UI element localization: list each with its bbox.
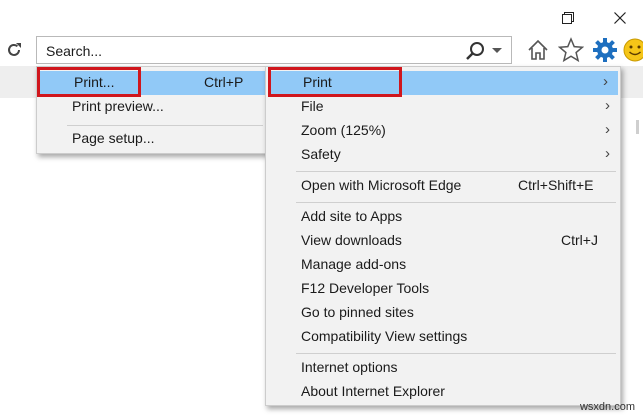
close-button[interactable] — [597, 0, 643, 36]
menu-item-label: File — [301, 98, 324, 114]
feedback-button[interactable] — [622, 37, 643, 65]
address-text: Search... — [46, 43, 103, 59]
tools-menu-item-safety[interactable]: Safety › — [266, 143, 620, 167]
gear-icon — [592, 37, 618, 66]
menu-item-label: Zoom (125%) — [301, 122, 386, 138]
favorites-button[interactable] — [557, 36, 585, 66]
print-submenu-item-page-setup[interactable]: Page setup... — [37, 127, 267, 151]
menu-item-label: Page setup... — [72, 130, 155, 146]
tools-menu-item-f12-developer-tools[interactable]: F12 Developer Tools — [266, 277, 620, 301]
tools-menu-item-view-downloads[interactable]: View downloads Ctrl+J — [266, 229, 620, 253]
home-icon — [526, 38, 550, 65]
menu-item-label: Go to pinned sites — [301, 304, 414, 320]
chevron-right-icon: › — [605, 121, 610, 138]
watermark: wsxdn.com — [579, 401, 635, 413]
refresh-icon — [5, 41, 23, 62]
annotation-box-print — [37, 67, 141, 97]
address-bar[interactable]: Search... — [36, 36, 512, 64]
close-icon — [614, 12, 626, 24]
print-submenu-item-print-preview[interactable]: Print preview... — [37, 95, 267, 119]
tools-menu-item-file[interactable]: File › — [266, 95, 620, 119]
tools-menu-item-manage-add-ons[interactable]: Manage add-ons — [266, 253, 620, 277]
tools-menu-item-internet-options[interactable]: Internet options — [266, 356, 620, 380]
tools-button[interactable] — [591, 37, 619, 65]
restore-button[interactable] — [545, 0, 591, 36]
menu-item-shortcut: Ctrl+J — [561, 232, 598, 248]
smiley-icon — [622, 37, 643, 65]
menu-item-label: Open with Microsoft Edge — [301, 177, 462, 193]
menu-item-shortcut: Ctrl+P — [204, 74, 244, 90]
menu-item-label: View downloads — [301, 232, 402, 248]
menu-item-label: Compatibility View settings — [301, 328, 468, 344]
tools-menu-item-about-internet-explorer[interactable]: About Internet Explorer — [266, 380, 620, 404]
annotation-box-print — [268, 67, 402, 97]
search-dropdown-icon[interactable] — [492, 48, 502, 53]
menu-item-label: Safety — [301, 146, 341, 162]
menu-item-label: Manage add-ons — [301, 256, 407, 272]
menu-item-label: Add site to Apps — [301, 208, 403, 224]
menu-item-label: Internet options — [301, 359, 398, 375]
menu-separator — [296, 171, 616, 172]
star-icon — [557, 36, 585, 66]
menu-item-label: About Internet Explorer — [301, 383, 445, 399]
menu-item-label: F12 Developer Tools — [301, 280, 430, 296]
tools-menu-item-open-with-edge[interactable]: Open with Microsoft Edge Ctrl+Shift+E — [266, 174, 620, 198]
search-icon[interactable] — [464, 41, 486, 61]
menu-separator — [296, 202, 616, 203]
chevron-right-icon: › — [603, 73, 608, 90]
menu-item-label: Print preview... — [72, 98, 164, 114]
scrollbar-fragment — [636, 120, 639, 134]
chevron-right-icon: › — [605, 145, 610, 162]
menu-separator — [296, 353, 616, 354]
tools-menu: Print › File › Zoom (125%) › Safety › Op… — [265, 66, 621, 406]
menu-item-shortcut: Ctrl+Shift+E — [518, 177, 594, 193]
tools-menu-item-compatibility-view-settings[interactable]: Compatibility View settings — [266, 325, 620, 349]
tools-menu-item-zoom[interactable]: Zoom (125%) › — [266, 119, 620, 143]
menu-separator — [67, 125, 263, 126]
refresh-button[interactable] — [0, 37, 28, 65]
tools-menu-item-add-site-to-apps[interactable]: Add site to Apps — [266, 205, 620, 229]
chevron-right-icon: › — [605, 97, 610, 114]
home-button[interactable] — [524, 37, 552, 65]
tools-menu-item-go-to-pinned-sites[interactable]: Go to pinned sites — [266, 301, 620, 325]
restore-icon — [562, 12, 574, 24]
